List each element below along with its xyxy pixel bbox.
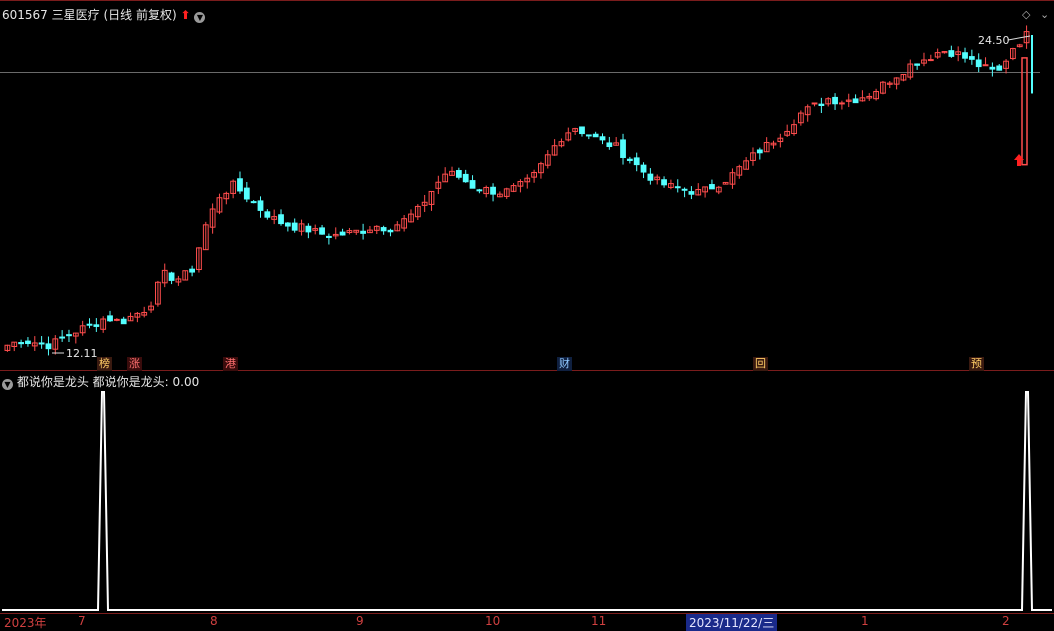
candle-body [647, 173, 654, 181]
candle-body [948, 50, 955, 57]
indicator-name: 都说你是龙头 [16, 375, 89, 389]
candle-body [237, 178, 243, 192]
period-label: (日线 前复权) [103, 8, 177, 22]
candle-body [38, 342, 45, 345]
candle-body [927, 59, 934, 62]
x-tick-label-selected[interactable]: 2023/11/22/三 [686, 614, 778, 631]
candle-body [709, 184, 715, 190]
candle-body [914, 63, 921, 66]
candle-body [339, 231, 346, 236]
event-badge[interactable]: 港 [223, 357, 238, 371]
candle-body [661, 179, 667, 186]
x-tick-label: 9 [356, 614, 364, 628]
candle-body [250, 201, 257, 204]
candle-body [688, 191, 695, 195]
candle-body [606, 142, 613, 148]
chevron-down-icon[interactable]: ⌄ [1040, 8, 1049, 21]
indicator-value: 都说你是龙头: 0.00 [92, 375, 200, 389]
candle-body [284, 222, 291, 227]
candle-body [380, 227, 387, 232]
candle-body [982, 64, 989, 67]
candle-body [490, 186, 496, 195]
candle-body [681, 188, 688, 191]
x-tick-label: 1 [861, 614, 869, 628]
candle-body [45, 343, 52, 350]
indicator-line [2, 391, 1052, 611]
candle-body [59, 336, 66, 339]
candle-body [962, 52, 968, 59]
x-tick-label: 8 [210, 614, 218, 628]
candle-body [168, 272, 175, 281]
x-tick-label: 7 [78, 614, 86, 628]
event-badge[interactable]: 涨 [127, 357, 142, 371]
candle-body [839, 102, 845, 105]
candle-body [360, 230, 366, 234]
candle-body [455, 170, 462, 178]
candle-body [120, 318, 127, 325]
main-chart-header: 601567 三星医疗 (日线 前复权) ⬆ ▼ [2, 6, 206, 23]
candle-body [189, 268, 195, 273]
candle-body [66, 334, 72, 337]
candle-body [756, 149, 763, 154]
candle-body [113, 318, 120, 321]
candle-body [968, 56, 975, 60]
x-tick-label: 10 [485, 614, 501, 628]
candle-body [592, 133, 599, 138]
candle-body [633, 157, 640, 166]
candle-body [107, 315, 113, 322]
stock-name: 三星医疗 [51, 8, 100, 22]
candle-body [86, 323, 93, 326]
x-tick-label: 2023年 [4, 616, 47, 630]
candle-body [291, 222, 298, 231]
candle-body [278, 214, 284, 225]
low-price-label: 12.11 [66, 347, 98, 360]
candle-body [319, 227, 325, 235]
candle-body [476, 189, 483, 192]
candle-body [620, 139, 626, 158]
candle-body [462, 173, 469, 183]
chart-canvas [0, 0, 1054, 614]
x-tick-label: 11 [591, 614, 607, 628]
candle-body [326, 235, 332, 238]
candle-body [18, 342, 24, 345]
candle-body [811, 102, 818, 105]
candle-body [257, 200, 264, 211]
chevron-down-icon[interactable]: ▼ [194, 12, 206, 23]
candle-body [387, 229, 394, 233]
candle-body [585, 134, 592, 137]
candle-body [832, 96, 838, 105]
candle-body [640, 164, 647, 173]
event-badge[interactable]: 回 [753, 357, 768, 371]
candle-body [599, 136, 606, 141]
diamond-icon[interactable]: ◇ [1022, 8, 1030, 21]
candle-body [243, 187, 250, 200]
candle-body [996, 65, 1003, 71]
candle-body [579, 126, 585, 135]
high-price-label: 24.50 [978, 34, 1010, 47]
candle-body [469, 180, 476, 189]
event-badge[interactable]: 预 [969, 357, 984, 371]
stock-code: 601567 [2, 8, 48, 22]
candle-body [1021, 57, 1028, 166]
candle-body [975, 59, 982, 68]
candle-body [989, 66, 996, 70]
indicator-header: ▼ 都说你是龙头 都说你是龙头: 0.00 [2, 373, 199, 390]
candle-body [818, 103, 825, 107]
chevron-down-icon[interactable]: ▼ [2, 379, 13, 390]
event-badge[interactable]: 财 [557, 357, 572, 371]
candle-body [674, 186, 681, 189]
candle-body [852, 98, 859, 104]
x-tick-label: 2 [1002, 614, 1010, 628]
candle-body [626, 158, 633, 161]
candle-body [93, 324, 100, 327]
candle-body [25, 340, 31, 345]
up-arrow-icon: ⬆ [180, 8, 191, 22]
candle-body [264, 211, 271, 218]
candle-body [305, 225, 312, 233]
event-badge[interactable]: 榜 [97, 357, 112, 371]
